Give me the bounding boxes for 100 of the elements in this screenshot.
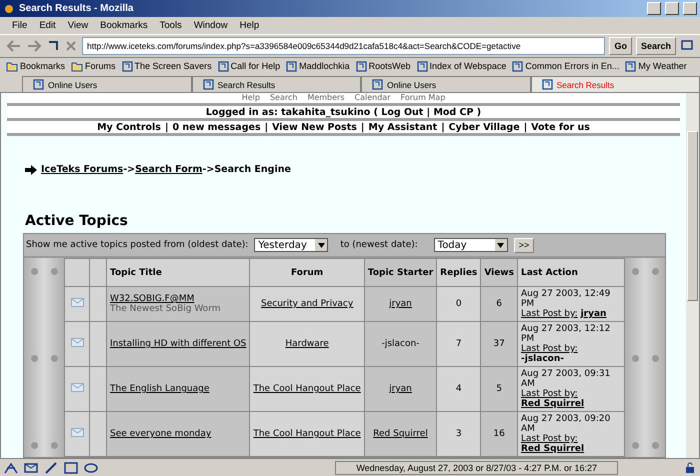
user-link[interactable]: Vote for us	[531, 122, 590, 133]
bookmark-item[interactable]: Maddlochkia	[286, 60, 350, 72]
forum-nav-link[interactable]: Search	[270, 93, 298, 104]
last-poster-link[interactable]: jryan	[580, 309, 606, 320]
menu-item[interactable]: Bookmarks	[100, 20, 148, 31]
go-button[interactable]: Go	[609, 37, 632, 55]
bookmark-item[interactable]: Bookmarks	[6, 60, 66, 72]
user-link[interactable]: My Assistant	[368, 122, 438, 133]
starter-link[interactable]: Red Squirrel	[373, 429, 428, 440]
replies-cell: 4	[436, 366, 481, 412]
page-icon[interactable]	[218, 60, 229, 72]
separator-text: |	[164, 122, 168, 133]
folder-icon[interactable]	[71, 60, 84, 72]
replies-cell: 7	[436, 322, 481, 367]
topic-link[interactable]: The English Language	[110, 384, 210, 394]
last-post-label[interactable]: Last Post by:	[521, 434, 578, 444]
folder-icon[interactable]	[6, 60, 18, 72]
page-icon[interactable]	[542, 79, 552, 90]
bookmark-item[interactable]: The Screen Savers	[122, 60, 212, 72]
status-clock: Wednesday, August 27, 2003 or 8/27/03 - 4:27 P.M. or 16:27	[335, 460, 618, 474]
separator-text: |	[264, 122, 268, 133]
starter-link[interactable]: jryan	[389, 299, 412, 310]
menu-item[interactable]: File	[12, 20, 28, 31]
page-icon[interactable]	[416, 60, 428, 72]
window-title: Search Results - Mozilla	[19, 3, 134, 14]
last-poster-link[interactable]: Red Squirrel	[521, 399, 584, 410]
to-date-dropdown[interactable]: Today	[434, 238, 508, 252]
replies-cell: 3	[436, 412, 481, 457]
browser-tab[interactable]: Online Users	[361, 76, 530, 92]
paren-text: )	[476, 106, 482, 118]
bookmark-item[interactable]: RootsWeb	[356, 60, 410, 72]
filter-label: to (newest date):	[340, 240, 418, 250]
breadcrumb-link[interactable]: Search Form	[135, 164, 202, 176]
maximize-button[interactable]	[665, 2, 679, 15]
menu-item[interactable]: Window	[194, 20, 228, 31]
search-button[interactable]: Search	[636, 37, 676, 55]
scrollbar[interactable]	[686, 93, 699, 458]
breadcrumb-separator: ->	[202, 164, 214, 176]
bookmark-item[interactable]: Common Errors in En...	[512, 60, 620, 72]
forum-link[interactable]: Hardware	[285, 339, 329, 350]
page-icon[interactable]	[202, 79, 214, 90]
last-action-date: Aug 27 2003, 09:20 AM	[521, 414, 612, 434]
menu-item[interactable]: Help	[240, 20, 260, 31]
separator-text: |	[360, 122, 364, 133]
menu-item[interactable]: Tools	[160, 20, 182, 31]
forum-nav-link[interactable]: Calendar	[354, 93, 390, 104]
from-date-dropdown[interactable]: Yesterday	[254, 238, 328, 252]
submit-button[interactable]: >>	[514, 238, 534, 253]
menu-item[interactable]: View	[68, 20, 88, 31]
page-icon[interactable]	[512, 60, 524, 72]
starter-link[interactable]: jryan	[389, 384, 412, 394]
envelope-icon	[70, 298, 84, 308]
url-field[interactable]: http://www.iceteks.com/forums/index.php?s=a3396584e009c65344d9d21cafa518c4&act=Search&CODE=getactive	[82, 37, 606, 55]
forum-nav-link[interactable]: Forum Map	[400, 93, 446, 104]
page-icon[interactable]	[356, 60, 367, 72]
views-cell: 5	[480, 366, 518, 412]
bookmark-item[interactable]: Forums	[71, 60, 116, 72]
app-icon	[3, 2, 15, 14]
dropdown-arrow-icon[interactable]	[497, 242, 504, 248]
page-icon[interactable]	[122, 60, 133, 72]
envelope-icon	[70, 383, 84, 392]
user-link[interactable]: My Controls	[97, 122, 161, 133]
separator-text: |	[524, 122, 528, 133]
bookmark-item[interactable]: My Weather	[625, 60, 687, 72]
page-icon[interactable]	[372, 79, 383, 90]
mod-cp-link[interactable]: Mod CP	[433, 106, 474, 118]
minimize-button[interactable]	[647, 2, 661, 15]
user-link[interactable]: Cyber Village	[448, 122, 520, 133]
column-header: Forum	[250, 258, 364, 287]
bookmark-item[interactable]: Index of Webspace	[416, 60, 506, 72]
browser-tab[interactable]: Search Results	[530, 76, 700, 92]
arrow-icon	[25, 164, 37, 175]
views-cell: 6	[480, 286, 518, 322]
mail-icon[interactable]	[24, 462, 38, 474]
log-out-link[interactable]: Log Out	[381, 106, 424, 118]
starter-name: -jslacon-	[382, 339, 420, 350]
page-icon[interactable]	[33, 79, 44, 90]
browser-tab[interactable]: Search Results	[192, 76, 361, 92]
views-cell: 16	[480, 412, 518, 457]
menu-item[interactable]: Edit	[39, 20, 56, 31]
page-icon[interactable]	[286, 60, 298, 72]
close-button[interactable]	[683, 2, 697, 15]
filter-label: Show me active topics posted from (oldest date):	[26, 240, 248, 250]
browser-tab[interactable]: Online Users	[22, 76, 192, 92]
dropdown-arrow-icon[interactable]	[318, 242, 325, 248]
topic-link[interactable]: See everyone monday	[110, 429, 212, 440]
page-icon[interactable]	[625, 60, 636, 72]
last-action-date: Aug 27 2003, 09:31 AM	[521, 369, 612, 390]
forum-nav-link[interactable]: Members	[307, 93, 345, 104]
user-link[interactable]: View New Posts	[272, 122, 357, 133]
forum-nav-link[interactable]: Help	[242, 93, 260, 104]
last-post-label[interactable]: Last Post by:	[521, 389, 578, 400]
last-poster-link[interactable]: Red Squirrel	[521, 444, 584, 454]
breadcrumb-link[interactable]: IceTeks Forums	[41, 164, 124, 176]
bookmark-item[interactable]: Call for Help	[218, 60, 280, 72]
last-post-label[interactable]: Last Post by:	[521, 309, 578, 320]
last-post-label[interactable]: Last Post by:	[521, 344, 578, 354]
last-action-date: Aug 27 2003, 12:12 PM	[521, 324, 612, 344]
user-link[interactable]: 0 new messages	[172, 122, 261, 133]
topic-link[interactable]: W32.SOBIG.F@MM	[110, 294, 194, 304]
